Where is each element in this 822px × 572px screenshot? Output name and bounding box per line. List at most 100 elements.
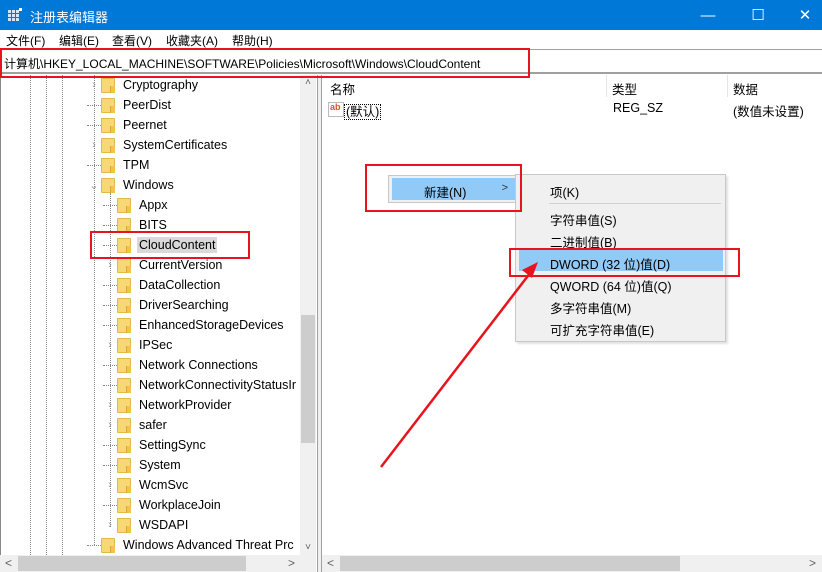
tree-item[interactable]: BITS	[103, 215, 169, 235]
tree-item[interactable]: Peernet	[87, 115, 169, 135]
scroll-thumb[interactable]	[340, 556, 680, 571]
tree-item[interactable]: CloudContent	[103, 235, 218, 255]
scroll-thumb[interactable]	[301, 315, 315, 443]
menu-view[interactable]: 查看(V)	[112, 32, 152, 49]
tree-item[interactable]: ⌄ Windows	[87, 175, 176, 195]
submenu-item-binary[interactable]: 二进制值(B)	[519, 228, 723, 250]
submenu-item-dword[interactable]: DWORD (32 位)值(D)	[519, 250, 723, 272]
menu-item-new[interactable]: 新建(N) >	[392, 178, 516, 200]
folder-icon	[101, 97, 115, 113]
menu-item-label: 二进制值(B)	[550, 236, 617, 250]
tree-item[interactable]: Appx	[103, 195, 170, 215]
tree-item[interactable]: › safer	[103, 415, 169, 435]
address-path[interactable]: 计算机\HKEY_LOCAL_MACHINE\SOFTWARE\Policies…	[4, 55, 480, 72]
tree-item[interactable]: › SystemCertificates	[87, 135, 229, 155]
scroll-right-icon[interactable]: >	[809, 555, 816, 572]
tree-item[interactable]: › NetworkProvider	[103, 395, 233, 415]
tree-item-label: CloudContent	[137, 237, 218, 253]
tree-item[interactable]: › CurrentVersion	[103, 255, 224, 275]
menu-separator	[549, 203, 721, 204]
tree-item[interactable]: NetworkConnectivityStatusIr	[103, 375, 298, 395]
tree-item-label: WSDAPI	[139, 518, 189, 532]
folder-icon	[117, 477, 131, 493]
tree-item[interactable]: › WcmSvc	[103, 475, 190, 495]
folder-icon	[101, 537, 115, 553]
tree-item-label: CurrentVersion	[139, 258, 223, 272]
tree-horizontal-scrollbar[interactable]: < >	[0, 555, 316, 572]
scroll-left-icon[interactable]: <	[327, 555, 334, 572]
folder-icon	[117, 377, 131, 393]
column-separator[interactable]	[606, 75, 607, 97]
menu-item-label: 可扩充字符串值(E)	[550, 324, 655, 338]
tree-item-label: BITS	[139, 218, 167, 232]
close-button[interactable]: ✕	[782, 0, 822, 30]
tree-item-label: NetworkConnectivityStatusIr	[139, 378, 297, 392]
tree-guide-line	[46, 75, 47, 555]
column-header-data[interactable]: 数据	[733, 79, 758, 98]
tree-item[interactable]: Network Connections	[103, 355, 260, 375]
menu-edit[interactable]: 编辑(E)	[59, 32, 99, 49]
folder-icon	[117, 437, 131, 453]
scroll-down-icon[interactable]: ˅	[300, 542, 316, 553]
scroll-right-icon[interactable]: >	[288, 555, 295, 572]
tree-item[interactable]: EnhancedStorageDevices	[103, 315, 286, 335]
submenu-item-multi-string[interactable]: 多字符串值(M)	[519, 294, 723, 316]
title-bar: 注册表编辑器 — ☐ ✕	[0, 0, 822, 30]
menu-bar: 文件(F) 编辑(E) 查看(V) 收藏夹(A) 帮助(H)	[0, 30, 822, 49]
minimize-button[interactable]: —	[685, 0, 731, 30]
folder-icon	[117, 297, 131, 313]
menu-help[interactable]: 帮助(H)	[232, 32, 273, 49]
tree-item[interactable]: › WSDAPI	[103, 515, 190, 535]
tree-item[interactable]: TPM	[87, 155, 151, 175]
column-header-name[interactable]: 名称	[330, 79, 355, 98]
folder-icon	[117, 357, 131, 373]
tree-item[interactable]: WorkplaceJoin	[103, 495, 223, 515]
folder-icon	[101, 117, 115, 133]
column-header-type[interactable]: 类型	[612, 79, 637, 98]
tree-item-label: Peernet	[123, 118, 167, 132]
menu-item-label: QWORD (64 位)值(Q)	[550, 280, 672, 294]
submenu-item-qword[interactable]: QWORD (64 位)值(Q)	[519, 272, 723, 294]
tree-item[interactable]: › Cryptography	[87, 75, 200, 95]
value-name[interactable]: (默认)	[344, 104, 382, 120]
submenu-item-key[interactable]: 项(K)	[519, 178, 723, 200]
tree-guide-line	[94, 75, 95, 545]
tree-vertical-scrollbar[interactable]: ˄ ˅	[300, 75, 316, 555]
tree-item-label: Network Connections	[139, 358, 258, 372]
folder-icon	[117, 397, 131, 413]
maximize-button[interactable]: ☐	[735, 0, 781, 30]
regedit-icon	[8, 8, 22, 21]
scroll-left-icon[interactable]: <	[5, 555, 12, 572]
tree-item-label: DriverSearching	[139, 298, 229, 312]
folder-icon	[117, 237, 131, 253]
minimize-icon: —	[700, 6, 716, 24]
tree-item[interactable]: › IPSec	[103, 335, 174, 355]
menu-file[interactable]: 文件(F)	[6, 32, 45, 49]
folder-icon	[117, 517, 131, 533]
submenu-item-string[interactable]: 字符串值(S)	[519, 206, 723, 228]
scroll-up-icon[interactable]: ˄	[300, 77, 316, 88]
tree-item[interactable]: SettingSync	[103, 435, 208, 455]
value-data: (数值未设置)	[733, 105, 804, 119]
tree-item-label: Windows Advanced Threat Prc	[123, 538, 294, 552]
scroll-thumb[interactable]	[18, 556, 246, 571]
context-menu: 新建(N) >	[388, 175, 518, 203]
tree-item[interactable]: DataCollection	[103, 275, 222, 295]
tree-item[interactable]: System	[103, 455, 183, 475]
folder-icon	[117, 497, 131, 513]
address-bar[interactable]: 计算机\HKEY_LOCAL_MACHINE\SOFTWARE\Policies…	[0, 49, 822, 74]
registry-tree: › Cryptography PeerDist Peernet › SystemCerti…	[0, 75, 300, 555]
column-separator[interactable]	[727, 75, 728, 97]
tree-item-label: EnhancedStorageDevices	[139, 318, 284, 332]
menu-item-label: DWORD (32 位)值(D)	[550, 258, 671, 272]
menu-item-label: 新建(N)	[424, 186, 467, 200]
tree-item-label: Windows	[123, 178, 174, 192]
folder-icon	[117, 257, 131, 273]
tree-item[interactable]: DriverSearching	[103, 295, 231, 315]
submenu-item-expandable-string[interactable]: 可扩充字符串值(E)	[519, 316, 723, 338]
tree-item[interactable]: Windows Advanced Threat Prc	[87, 535, 296, 555]
menu-favorites[interactable]: 收藏夹(A)	[166, 32, 218, 49]
tree-item[interactable]: PeerDist	[87, 95, 173, 115]
list-horizontal-scrollbar[interactable]: < >	[322, 555, 822, 572]
tree-item-label: WorkplaceJoin	[139, 498, 221, 512]
